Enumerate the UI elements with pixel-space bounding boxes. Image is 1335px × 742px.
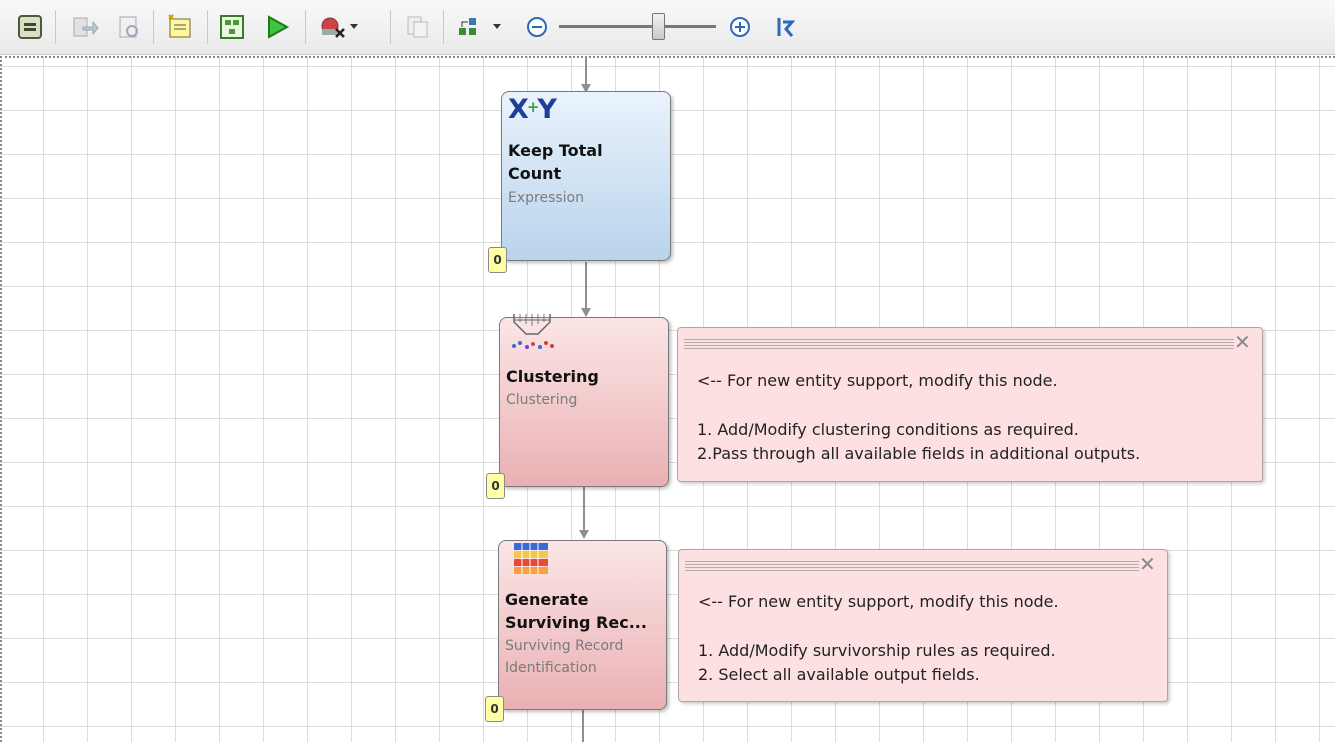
node-type: Surviving Record bbox=[505, 638, 624, 654]
annotation-note[interactable]: ✕ <-- For new entity support, modify thi… bbox=[678, 549, 1168, 702]
expression-xy-icon: X+Y bbox=[508, 94, 557, 125]
copy-icon[interactable] bbox=[402, 12, 432, 42]
node-title: Keep Total bbox=[508, 141, 603, 160]
note-text: <-- For new entity support, modify this … bbox=[697, 371, 1058, 390]
layout-icon[interactable] bbox=[455, 12, 509, 42]
note-text: 2.Pass through all available fields in a… bbox=[697, 444, 1141, 463]
node-title: Generate bbox=[505, 590, 589, 609]
clear-icon[interactable] bbox=[318, 12, 362, 42]
note-text: 2. Select all available output fields. bbox=[698, 665, 980, 684]
table-grid-icon bbox=[513, 541, 551, 581]
node-generate-surviving-record[interactable]: Generate Surviving Rec... Surviving Reco… bbox=[485, 540, 667, 722]
zoom-slider[interactable] bbox=[559, 13, 716, 41]
zoom-slider-track bbox=[559, 25, 716, 28]
connector bbox=[585, 262, 587, 310]
node-keep-total-count[interactable]: X+Y Keep Total Count Expression 0 bbox=[488, 91, 671, 273]
node-title: Surviving Rec... bbox=[505, 613, 647, 632]
zoom-slider-thumb[interactable] bbox=[652, 13, 665, 40]
clustering-icon bbox=[508, 312, 558, 361]
node-count-badge: 0 bbox=[486, 473, 505, 499]
node-type: Clustering bbox=[506, 392, 578, 408]
note-drag-handle[interactable] bbox=[685, 559, 1139, 571]
connector-arrow bbox=[581, 308, 591, 317]
node-title: Clustering bbox=[506, 367, 599, 386]
note-text: <-- For new entity support, modify this … bbox=[698, 592, 1059, 611]
preview-icon[interactable] bbox=[114, 12, 144, 42]
reset-zoom-icon[interactable] bbox=[770, 12, 800, 42]
note-text: 1. Add/Modify survivorship rules as requ… bbox=[698, 641, 1056, 660]
connector bbox=[585, 58, 587, 85]
node-title: Count bbox=[508, 164, 562, 183]
connector bbox=[582, 709, 584, 742]
run-icon[interactable] bbox=[262, 12, 292, 42]
node-type: Identification bbox=[505, 660, 597, 676]
connector bbox=[583, 487, 585, 532]
node-type: Expression bbox=[508, 190, 584, 206]
connector-arrow bbox=[579, 530, 589, 539]
zoom-in-icon[interactable] bbox=[725, 12, 755, 42]
new-note-icon[interactable] bbox=[165, 12, 195, 42]
collapse-panel-icon[interactable] bbox=[15, 12, 45, 42]
export-icon[interactable] bbox=[70, 12, 100, 42]
node-clustering[interactable]: Clustering Clustering 0 bbox=[486, 314, 669, 499]
node-count-badge: 0 bbox=[488, 247, 507, 273]
generate-icon[interactable] bbox=[217, 12, 247, 42]
node-count-badge: 0 bbox=[485, 696, 504, 722]
note-drag-handle[interactable] bbox=[684, 337, 1234, 349]
note-text: 1. Add/Modify clustering conditions as r… bbox=[697, 420, 1079, 439]
close-icon[interactable]: ✕ bbox=[1234, 332, 1251, 352]
annotation-note[interactable]: ✕ <-- For new entity support, modify thi… bbox=[677, 327, 1263, 482]
toolbar bbox=[0, 0, 1335, 55]
close-icon[interactable]: ✕ bbox=[1139, 554, 1156, 574]
zoom-out-icon[interactable] bbox=[522, 12, 552, 42]
